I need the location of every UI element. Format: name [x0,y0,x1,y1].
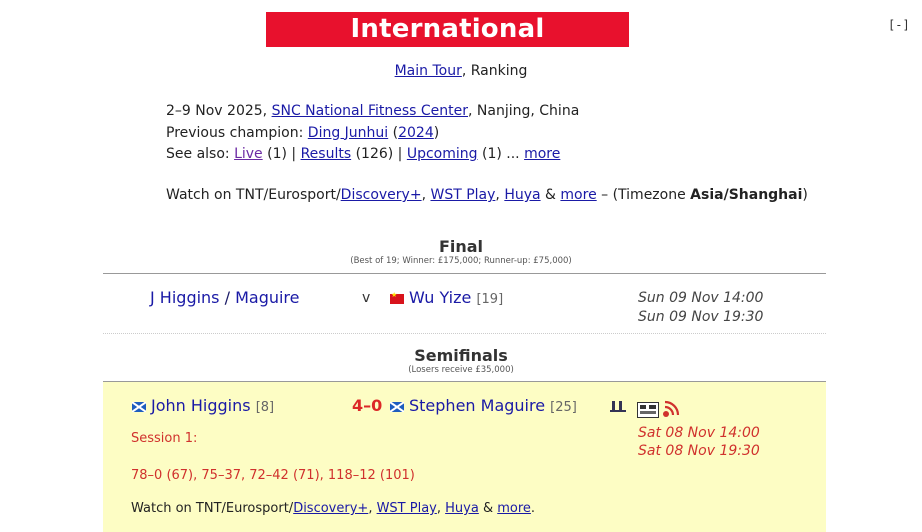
scotland-flag-icon [390,402,404,412]
seed-badge: [25] [550,400,577,415]
scotland-flag-icon [132,402,146,412]
final-row-divider [103,333,826,334]
semi-player2-link[interactable]: Stephen Maguire [409,396,545,415]
results-link[interactable]: Results [301,146,352,162]
final-evening-time: Sun 09 Nov 19:30 [638,309,764,325]
semi-discovery-link[interactable]: Discovery+ [293,501,368,516]
seed-badge: [19] [476,292,504,307]
match-score: 4–0 [352,396,383,415]
event-dates: 2–9 Nov 2025, [166,103,272,119]
semi-evening-time: Sat 08 Nov 19:30 [638,443,760,459]
scoreboard-icon[interactable] [637,402,659,418]
semi-broadcast-info: Watch on TNT/Eurosport/Discovery+, WST P… [131,501,536,516]
semi-player1-link[interactable]: John Higgins [151,396,251,415]
previous-champion-link[interactable]: Ding Junhui [308,125,388,141]
seed-badge: [8] [255,400,275,415]
final-prize-note: (Best of 19; Winner: £175,000; Runner-up… [350,256,572,266]
semifinals-heading: Semifinals [414,346,508,365]
tour-nav: Main Tour, Ranking [394,63,528,79]
semi-player2: Stephen Maguire [25] [390,396,577,415]
live-link[interactable]: Live [234,146,263,162]
session-label: Session 1: [131,431,198,446]
previous-year-link[interactable]: 2024 [398,125,434,141]
final-player1: J Higgins / Maguire [150,288,300,307]
page-title: International Championship [266,12,629,79]
final-player2: Wu Yize [19] [390,288,503,307]
main-tour-link[interactable]: Main Tour [395,63,462,79]
more-link[interactable]: more [524,146,560,162]
semifinals-prize-note: (Losers receive £35,000) [408,365,514,375]
final-divider [103,273,826,274]
event-info: 2–9 Nov 2025, SNC National Fitness Cente… [166,103,580,162]
semi-more-link[interactable]: more [497,501,531,516]
timezone: Asia/Shanghai [690,187,803,203]
discovery-link[interactable]: Discovery+ [341,187,422,203]
event-city: , Nanjing, China [468,103,580,119]
final-player1-a-link[interactable]: J Higgins [150,288,220,307]
collapse-toggle[interactable]: [-] [888,18,910,32]
upcoming-link[interactable]: Upcoming [407,146,478,162]
wst-play-link[interactable]: WST Play [430,187,495,203]
frame-scores: 78–0 (67), 75–37, 72–42 (71), 118–12 (10… [131,468,415,483]
semi-wst-play-link[interactable]: WST Play [377,501,437,516]
semi-player1: John Higgins [8] [132,396,274,415]
huya-link[interactable]: Huya [504,187,540,203]
china-flag-icon [390,291,404,304]
final-player2-link[interactable]: Wu Yize [409,288,471,307]
broadcast-info: Watch on TNT/Eurosport/Discovery+, WST P… [166,187,808,203]
versus-label: v [362,290,371,306]
head-to-head-icon[interactable] [610,400,628,414]
ranking-label: Ranking [466,63,528,79]
final-player1-b-link[interactable]: Maguire [235,288,299,307]
semi-start-time: Sat 08 Nov 14:00 [638,425,760,441]
final-heading: Final [438,237,484,256]
live-stream-icon[interactable] [662,400,684,418]
final-start-time: Sun 09 Nov 14:00 [638,290,764,306]
semi-huya-link[interactable]: Huya [445,501,479,516]
venue-link[interactable]: SNC National Fitness Center [272,103,468,119]
broadcast-more-link[interactable]: more [560,187,596,203]
